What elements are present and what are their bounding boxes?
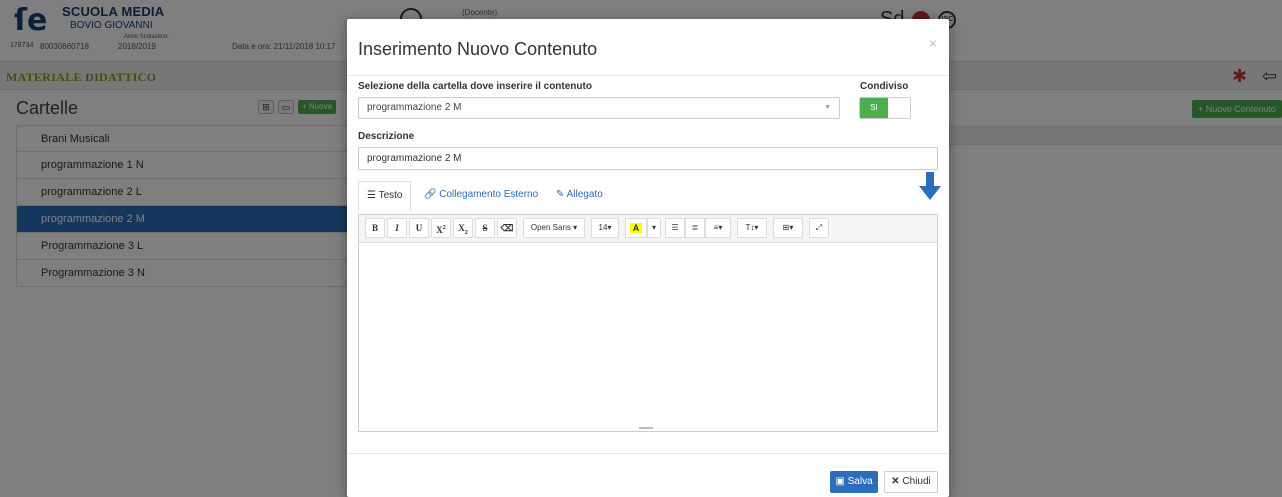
subscript-button[interactable]: X2 xyxy=(453,218,473,238)
close-icon[interactable]: × xyxy=(929,35,937,51)
bold-button[interactable]: B xyxy=(365,218,385,238)
strikethrough-button[interactable]: S xyxy=(475,218,495,238)
shared-toggle-on: SI xyxy=(860,98,888,118)
tab-testo[interactable]: ☰ Testo xyxy=(358,181,412,211)
align-dropdown[interactable]: ≡▾ xyxy=(705,218,731,238)
arrow-down-icon xyxy=(919,172,941,200)
paperclip-icon: ✎ xyxy=(556,189,565,200)
shared-toggle[interactable]: SI xyxy=(859,97,911,119)
fullscreen-icon[interactable]: ⤢ xyxy=(809,218,829,238)
new-content-modal: Inserimento Nuovo Contenuto × Selezione … xyxy=(347,19,949,497)
resize-handle[interactable] xyxy=(639,427,653,429)
bullet-list-icon[interactable]: ☰ xyxy=(665,218,685,238)
editor-toolbar: B I U X2 X2 S ⌫ Open Sans ▾ 14▾ A ▾ ☰ ≣ … xyxy=(359,215,937,243)
tab-allegato-label: Allegato xyxy=(566,189,603,200)
modal-header-divider xyxy=(347,75,949,76)
folder-select[interactable]: programmazione 2 M ▼ xyxy=(358,97,840,119)
underline-button[interactable]: U xyxy=(409,218,429,238)
modal-footer-divider xyxy=(347,453,949,454)
highlight-button[interactable]: A xyxy=(625,218,647,238)
save-label: Salva xyxy=(847,476,873,487)
tab-allegato[interactable]: ✎ Allegato xyxy=(548,181,611,211)
font-family-select[interactable]: Open Sans ▾ xyxy=(523,218,585,238)
font-size-value: 14 xyxy=(598,223,608,232)
numbered-list-icon[interactable]: ≣ xyxy=(685,218,705,238)
close-label: Chiudi xyxy=(902,476,931,487)
superscript-button[interactable]: X2 xyxy=(431,218,451,238)
link-icon: 🔗 xyxy=(424,189,437,200)
font-family-value: Open Sans xyxy=(530,223,571,232)
tab-collegamento-esterno[interactable]: 🔗 Collegamento Esterno xyxy=(416,181,546,211)
close-button[interactable]: ✕ Chiudi xyxy=(884,471,938,493)
font-size-select[interactable]: 14▾ xyxy=(591,218,619,238)
chevron-down-icon: ▼ xyxy=(824,104,831,111)
table-dropdown[interactable]: ⊞▾ xyxy=(773,218,803,238)
eraser-icon[interactable]: ⌫ xyxy=(497,218,517,238)
save-button[interactable]: ▣ Salva xyxy=(830,471,878,493)
folder-select-value: programmazione 2 M xyxy=(367,102,462,113)
align-left-icon: ☰ xyxy=(367,190,376,201)
tab-collegamento-label: Collegamento Esterno xyxy=(439,189,539,200)
tab-testo-label: Testo xyxy=(378,190,403,201)
description-label: Descrizione xyxy=(358,131,415,142)
highlight-dropdown[interactable]: ▾ xyxy=(647,218,661,238)
description-input[interactable]: programmazione 2 M xyxy=(358,147,938,170)
save-icon: ▣ xyxy=(835,476,845,487)
italic-button[interactable]: I xyxy=(387,218,407,238)
text-editor[interactable]: B I U X2 X2 S ⌫ Open Sans ▾ 14▾ A ▾ ☰ ≣ … xyxy=(358,214,938,432)
shared-label: Condiviso xyxy=(860,81,909,92)
modal-title: Inserimento Nuovo Contenuto xyxy=(358,39,598,59)
line-height-dropdown[interactable]: T↕▾ xyxy=(737,218,767,238)
folder-select-label: Selezione della cartella dove inserire i… xyxy=(358,81,592,92)
content-tabs: ☰ Testo 🔗 Collegamento Esterno ✎ Allegat… xyxy=(358,181,938,211)
close-x-icon: ✕ xyxy=(891,476,900,487)
